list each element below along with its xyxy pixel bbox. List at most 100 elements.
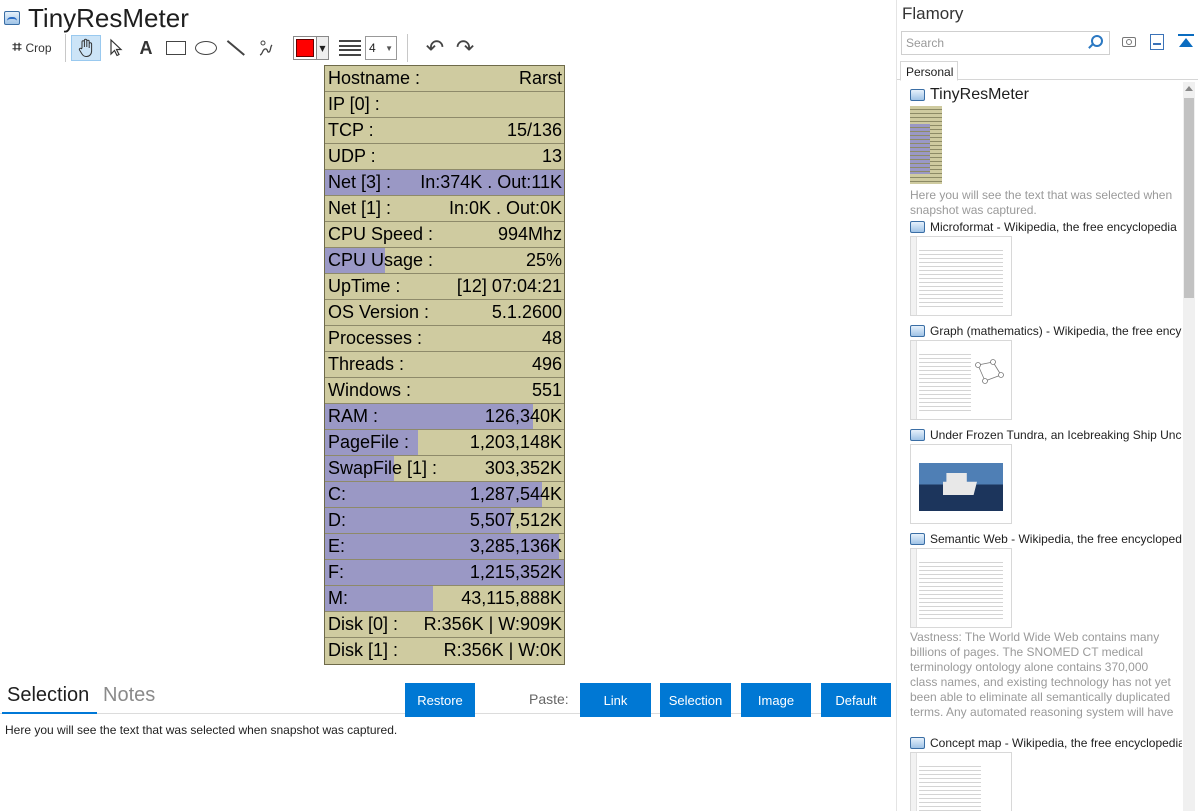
page-icon <box>910 737 925 749</box>
meter-label: C: <box>328 484 346 504</box>
title-row: TinyResMeter <box>4 2 189 34</box>
chevron-down-icon: ▼ <box>316 37 328 59</box>
arrow-pointer-icon <box>110 38 123 57</box>
captured-snapshot: Hostname : Rarst IP [0] : TCP : 15/136 UDP : 1… <box>324 65 565 665</box>
item-title: Semantic Web - Wikipedia, the free encyc… <box>930 532 1182 546</box>
meter-row: Disk [0] : R:356K | W:909K <box>325 612 564 638</box>
page-title: TinyResMeter <box>28 2 189 33</box>
list-item[interactable]: Concept map - Wikipedia, the free encycl… <box>910 736 1182 811</box>
text-icon: A <box>139 37 153 58</box>
meter-row: F: 1,215,352K <box>325 560 564 586</box>
list-item[interactable]: Under Frozen Tundra, an Icebreaking Ship… <box>910 428 1182 524</box>
meter-value: In:374K . Out:11K <box>420 172 562 192</box>
text-tool-button[interactable]: A <box>131 35 161 61</box>
search-icon[interactable] <box>1091 35 1103 47</box>
ellipse-tool-button[interactable] <box>191 35 221 61</box>
sidebar-scrollbar[interactable] <box>1183 82 1195 811</box>
meter-label: Hostname : <box>328 68 421 88</box>
freehand-tool-button[interactable] <box>251 35 281 61</box>
item-thumbnail <box>910 548 1012 628</box>
meter-value: 48 <box>541 328 562 348</box>
document-icon[interactable] <box>1150 34 1164 50</box>
paste-image-button[interactable]: Image <box>741 683 811 717</box>
meter-row: Disk [1] : R:356K | W:0K <box>325 638 564 664</box>
pen-color-swatch <box>296 39 314 57</box>
pen-color-picker[interactable]: ▼ <box>293 36 329 60</box>
line-tool-button[interactable] <box>221 35 251 61</box>
line-width-select[interactable]: 4 ▼ <box>365 36 397 60</box>
meter-value: 1,203,148K <box>469 432 562 452</box>
meter-label: UDP : <box>328 146 376 166</box>
meter-label: Net [1] : <box>328 198 392 218</box>
item-title: TinyResMeter <box>930 86 1029 103</box>
paste-selection-button[interactable]: Selection <box>660 683 731 717</box>
list-item[interactable]: Microformat - Wikipedia, the free encycl… <box>910 220 1177 316</box>
tab-selection-indicator <box>2 712 97 714</box>
item-title: Microformat - Wikipedia, the free encycl… <box>930 220 1177 234</box>
tab-selection[interactable]: Selection <box>7 684 89 707</box>
hand-icon <box>78 38 93 57</box>
scroll-up-icon[interactable] <box>1185 86 1193 91</box>
meter-row: OS Version : 5.1.2600 <box>325 300 564 326</box>
meter-row: M: 43,115,888K <box>325 586 564 612</box>
paste-default-button[interactable]: Default <box>821 683 891 717</box>
list-item[interactable]: Semantic Web - Wikipedia, the free encyc… <box>910 532 1182 720</box>
select-tool-button[interactable] <box>101 35 131 61</box>
line-icon <box>227 40 245 56</box>
meter-label: E: <box>328 536 346 556</box>
list-item[interactable]: Graph (mathematics) - Wikipedia, the fre… <box>910 324 1181 420</box>
meter-label: Threads : <box>328 354 405 374</box>
meter-row: Windows : 551 <box>325 378 564 404</box>
camera-icon[interactable] <box>1122 37 1136 47</box>
ellipse-icon <box>195 41 217 55</box>
meter-label: SwapFile [1] : <box>328 458 438 478</box>
hand-tool-button[interactable] <box>71 35 101 61</box>
meter-value: Rarst <box>518 68 562 88</box>
meter-row: RAM : 126,340K <box>325 404 564 430</box>
selection-text[interactable]: Here you will see the text that was sele… <box>5 723 397 737</box>
scrollbar-thumb[interactable] <box>1184 98 1194 298</box>
eject-icon[interactable] <box>1178 34 1194 50</box>
restore-button[interactable]: Restore <box>405 683 475 717</box>
meter-row: UDP : 13 <box>325 144 564 170</box>
meter-label: Net [3] : <box>328 172 392 192</box>
rectangle-icon <box>166 41 186 55</box>
undo-button[interactable]: ↶ <box>423 35 447 61</box>
meter-value: 1,287,544K <box>469 484 562 504</box>
meter-row: D: 5,507,512K <box>325 508 564 534</box>
meter-row: E: 3,285,136K <box>325 534 564 560</box>
page-icon <box>910 533 925 545</box>
sidebar-title: Flamory <box>902 4 964 23</box>
meter-label: Disk [1] : <box>328 640 399 660</box>
list-item[interactable]: TinyResMeter Here you will see the text … <box>910 86 1178 218</box>
search-input[interactable]: Search <box>901 31 1110 55</box>
tab-notes[interactable]: Notes <box>103 684 155 707</box>
meter-row: Net [3] : In:374K . Out:11K <box>325 170 564 196</box>
crop-button[interactable]: ⌗ Crop <box>4 35 60 61</box>
redo-button[interactable]: ↷ <box>453 35 477 61</box>
line-width-icon <box>339 40 361 56</box>
meter-value: 5.1.2600 <box>491 302 562 322</box>
meter-value: 551 <box>531 380 562 400</box>
meter-row: SwapFile [1] : 303,352K <box>325 456 564 482</box>
paste-link-button[interactable]: Link <box>580 683 651 717</box>
item-description: Here you will see the text that was sele… <box>910 188 1173 217</box>
meter-value: 3,285,136K <box>469 536 562 556</box>
meter-label: Disk [0] : <box>328 614 399 634</box>
item-title: Under Frozen Tundra, an Icebreaking Ship… <box>930 428 1182 442</box>
rectangle-tool-button[interactable] <box>161 35 191 61</box>
freehand-icon <box>259 40 273 56</box>
meter-label: TCP : <box>328 120 374 140</box>
meter-row: Net [1] : In:0K . Out:0K <box>325 196 564 222</box>
meter-label: OS Version : <box>328 302 430 322</box>
paste-label: Paste: <box>529 691 569 707</box>
tab-personal[interactable]: Personal <box>900 61 958 81</box>
meter-label: M: <box>328 588 348 608</box>
meter-value: In:0K . Out:0K <box>448 198 562 218</box>
app-window: TinyResMeter ⌗ Crop A ▼ 4 ▼ ↶ ↷ Hostname… <box>0 0 1198 811</box>
toolbar-separator <box>65 34 66 62</box>
meter-row: Threads : 496 <box>325 352 564 378</box>
crop-icon: ⌗ <box>12 39 22 56</box>
crop-label: Crop <box>25 41 52 55</box>
item-thumbnail <box>910 444 1012 524</box>
